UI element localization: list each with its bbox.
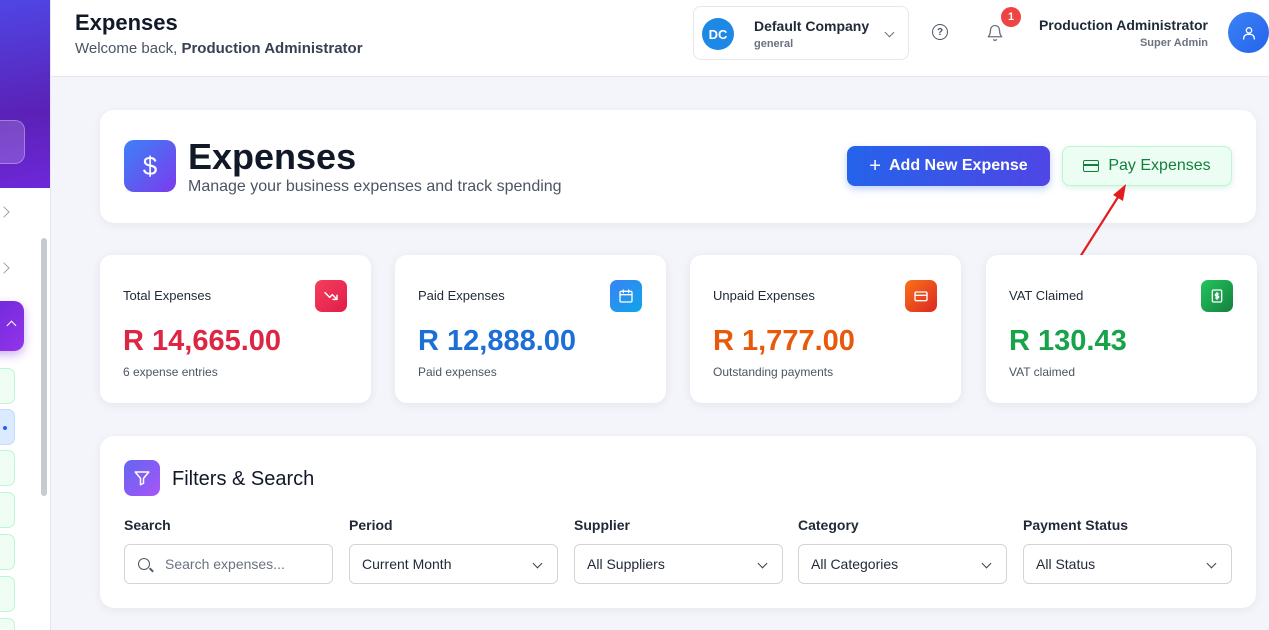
sidebar-subitem[interactable] [0, 368, 15, 404]
search-label: Search [124, 517, 171, 533]
search-input[interactable]: Search expenses... [124, 544, 333, 584]
help-icon[interactable]: ? [932, 24, 948, 40]
period-select[interactable]: Current Month [349, 544, 558, 584]
stat-subtext: Outstanding payments [713, 365, 834, 379]
stat-label: Total Expenses [123, 288, 212, 303]
chevron-up-icon [6, 320, 17, 331]
category-select[interactable]: All Categories [798, 544, 1007, 584]
category-filter: Category All Categories [798, 517, 1007, 584]
company-switcher[interactable]: DC Default Company general [693, 6, 909, 60]
supplier-value: All Suppliers [587, 556, 665, 572]
sidebar-subitem[interactable] [0, 618, 15, 630]
calendar-icon [610, 280, 642, 312]
chevron-down-icon[interactable] [0, 206, 10, 218]
search-placeholder: Search expenses... [165, 556, 285, 572]
add-new-expense-label: Add New Expense [888, 157, 1028, 174]
filters-title: Filters & Search [172, 468, 315, 490]
sidebar-brand-card[interactable] [0, 120, 25, 164]
bell-icon[interactable] [986, 23, 1004, 43]
credit-card-icon [1083, 160, 1100, 172]
search-icon [138, 558, 150, 570]
trending-down-icon [315, 280, 347, 312]
period-value: Current Month [362, 556, 452, 572]
sidebar-subitem[interactable] [0, 450, 15, 486]
stat-card-unpaid-expenses: Unpaid Expenses R 1,777.00 Outstanding p… [690, 255, 961, 403]
active-dot-icon [3, 426, 7, 430]
dollar-icon: $ [124, 140, 176, 192]
stat-card-vat-claimed: VAT Claimed R 130.43 VAT claimed [986, 255, 1257, 403]
top-header: Expenses Welcome back, Production Admini… [51, 0, 1269, 77]
chevron-down-icon [757, 558, 768, 569]
stat-label: Paid Expenses [418, 288, 505, 303]
stat-value: R 1,777.00 [713, 325, 855, 357]
chevron-down-icon [1206, 558, 1217, 569]
payment-status-label: Payment Status [1023, 517, 1129, 533]
user-avatar[interactable] [1228, 12, 1269, 53]
chevron-down-icon [981, 558, 992, 569]
user-role: Super Admin [1139, 37, 1208, 49]
stat-card-paid-expenses: Paid Expenses R 12,888.00 Paid expenses [395, 255, 666, 403]
plus-icon: + [869, 155, 881, 177]
add-new-expense-button[interactable]: + Add New Expense [847, 146, 1050, 186]
welcome-user-name: Production Administrator [181, 40, 363, 57]
stat-value: R 14,665.00 [123, 325, 282, 357]
receipt-dollar-icon [1201, 280, 1233, 312]
chevron-down-icon [884, 27, 895, 38]
credit-card-icon [905, 280, 937, 312]
header-title: Expenses [188, 136, 357, 177]
company-subtitle: general [754, 38, 794, 50]
stat-card-total-expenses: Total Expenses R 14,665.00 6 expense ent… [100, 255, 371, 403]
sidebar-subitem[interactable] [0, 576, 15, 612]
period-label: Period [349, 517, 393, 533]
payment-status-value: All Status [1036, 556, 1096, 572]
sidebar-scrollbar[interactable] [41, 238, 47, 496]
filter-icon [124, 460, 160, 496]
stat-value: R 130.43 [1009, 325, 1127, 357]
welcome-message: Welcome back, Production Administrator [75, 40, 363, 57]
page-title: Expenses [75, 10, 178, 35]
company-name: Default Company [754, 18, 870, 34]
category-value: All Categories [811, 556, 899, 572]
chevron-down-icon [532, 558, 543, 569]
company-avatar: DC [702, 18, 734, 50]
sidebar-subitem[interactable] [0, 492, 15, 528]
welcome-prefix: Welcome back, [75, 40, 182, 57]
period-filter: Period Current Month [349, 517, 558, 584]
header-subtitle: Manage your business expenses and track … [188, 178, 562, 195]
search-filter: Search Search expenses... [124, 517, 333, 584]
category-label: Category [798, 517, 859, 533]
supplier-filter: Supplier All Suppliers [574, 517, 783, 584]
stat-subtext: VAT claimed [1009, 365, 1076, 379]
sidebar-subitem-active[interactable] [0, 409, 15, 445]
sidebar-item-expenses[interactable] [0, 301, 24, 351]
user-name: Production Administrator [1038, 17, 1208, 33]
pay-expenses-label: Pay Expenses [1108, 157, 1211, 174]
user-icon [1242, 26, 1255, 40]
notification-badge: 1 [1001, 7, 1021, 27]
stat-label: Unpaid Expenses [713, 288, 815, 303]
sidebar-subitem[interactable] [0, 534, 15, 570]
stat-subtext: Paid expenses [418, 365, 497, 379]
supplier-select[interactable]: All Suppliers [574, 544, 783, 584]
sidebar [0, 0, 51, 630]
sidebar-brand-area [0, 0, 50, 188]
chevron-down-icon[interactable] [0, 262, 10, 274]
stat-subtext: 6 expense entries [123, 365, 218, 379]
stat-value: R 12,888.00 [418, 325, 577, 357]
stat-label: VAT Claimed [1009, 288, 1084, 303]
filters-card: Filters & Search Search Search expenses.… [100, 436, 1256, 608]
payment-status-filter: Payment Status All Status [1023, 517, 1232, 584]
supplier-label: Supplier [574, 517, 631, 533]
payment-status-select[interactable]: All Status [1023, 544, 1232, 584]
